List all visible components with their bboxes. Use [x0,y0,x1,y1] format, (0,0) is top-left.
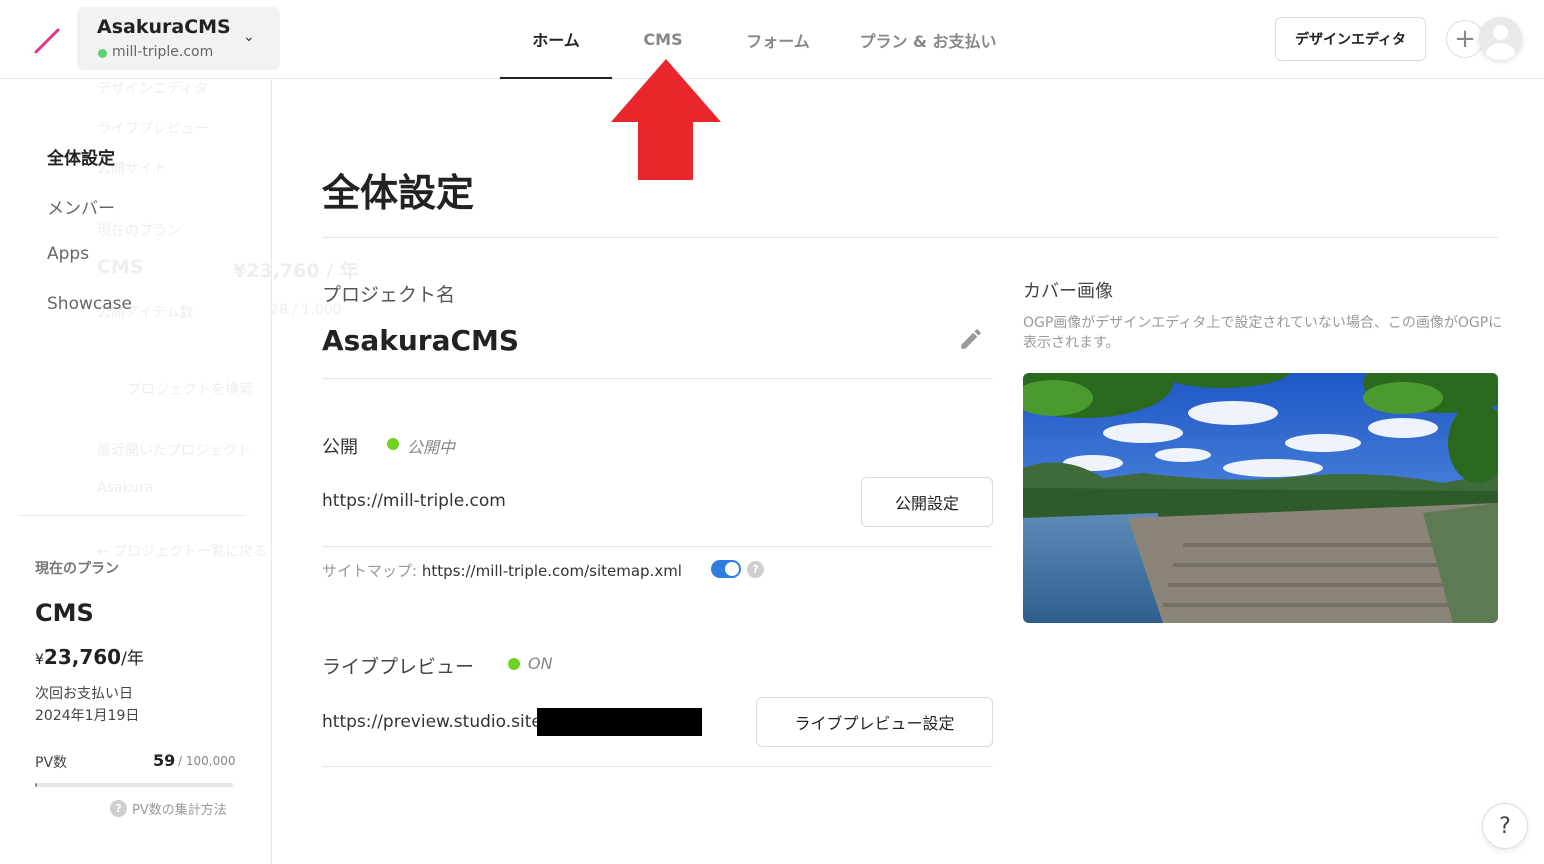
project-switcher[interactable]: AsakuraCMS mill-triple.com ⌄ [77,7,280,70]
project-domain: mill-triple.com [112,44,214,60]
tab-plan-billing[interactable]: プラン & お支払い [842,0,1014,79]
plan-price-currency: ¥ [35,652,44,668]
help-button[interactable]: ? [1482,803,1528,849]
ghost-menu-item: デザインエディタ [97,81,209,97]
ghost-menu-item: ライブプレビュー [97,121,209,137]
plan-price: ¥23,760/年 [35,644,144,669]
live-preview-label: ライブプレビュー [322,656,475,678]
pv-help-label: PV数の集計方法 [132,803,227,818]
avatar-body-shape [1486,43,1515,60]
pv-help-link[interactable]: ? PV数の集計方法 [110,799,227,818]
cover-image-label: カバー画像 [1023,281,1113,302]
edit-pencil-icon[interactable] [958,326,984,352]
pv-progress-fill [35,783,37,787]
red-arrow-annotation-icon [611,59,721,180]
publish-status-dot-icon [387,438,399,450]
publish-label: 公開 [322,437,358,458]
live-preview-status: ON [528,654,553,673]
sitemap-label: サイトマップ: [322,562,418,580]
pv-label: PV数 [35,755,68,771]
live-preview-status-dot-icon [508,658,520,670]
top-bar: AsakuraCMS mill-triple.com ⌄ ホーム CMS フォー… [0,0,1544,79]
ghost-menu-item: 現在のプラン [97,223,181,239]
ghost-menu-item: 最近開いたプロジェクト [97,443,251,459]
ghost-menu-item: CMS [97,256,144,278]
ghost-menu-item: ← プロジェクト一覧に戻る [97,544,268,560]
avatar[interactable] [1479,17,1522,60]
plan-price-period: /年 [121,649,144,669]
sitemap-toggle[interactable] [711,560,741,578]
main-nav: ホーム CMS フォーム プラン & お支払い [500,0,1014,79]
live-preview-url[interactable]: https://preview.studio.site [322,712,542,732]
publish-status: 公開中 [407,438,456,457]
status-dot-icon [98,49,107,58]
chevron-down-icon: ⌄ [243,29,255,45]
publish-url[interactable]: https://mill-triple.com [322,491,506,511]
redaction-block [537,708,702,736]
section-divider [322,546,993,547]
page-title: 全体設定 [322,171,475,215]
toggle-knob [725,562,739,576]
cover-image[interactable] [1023,373,1498,623]
studio-logo-icon[interactable] [30,24,64,58]
project-name-value: AsakuraCMS [322,324,520,357]
help-icon: ? [110,800,127,817]
pv-count: 59 [153,751,176,770]
title-divider [322,237,1498,238]
tab-home[interactable]: ホーム [500,0,612,79]
plan-label: 現在のプラン [35,561,119,577]
plan-name: CMS [35,599,94,627]
design-editor-button[interactable]: デザインエディタ [1275,17,1426,61]
section-divider [322,766,993,767]
section-divider [322,378,993,379]
sidebar-divider [20,515,246,516]
sidebar-item-apps[interactable]: Apps [47,244,89,264]
sitemap-help-icon[interactable]: ? [747,561,764,578]
settings-sidebar: デザインエディタ ライブプレビュー 公開サイト 現在のプラン CMS ¥23,7… [0,80,359,864]
avatar-head-shape [1493,25,1508,40]
next-payment-date: 2024年1月19日 [35,708,140,724]
sidebar-item-showcase[interactable]: Showcase [47,294,132,314]
ghost-menu-item: Asakura [97,480,154,496]
sitemap-url[interactable]: https://mill-triple.com/sitemap.xml [422,562,682,580]
next-payment-label: 次回お支払い日 [35,686,133,702]
publish-settings-button[interactable]: 公開設定 [861,477,993,527]
ghost-menu-item: ¥23,760 / 年 [233,260,359,282]
sidebar-item-general-settings[interactable]: 全体設定 [47,144,115,169]
plan-price-amount: 23,760 [43,645,122,669]
cover-image-description: OGP画像がデザインエディタ上で設定されていない場合、この画像がOGPに表示され… [1023,315,1503,351]
live-preview-settings-button[interactable]: ライブプレビュー設定 [756,697,993,747]
pv-max: / 100,000 [178,754,236,768]
sidebar-item-members[interactable]: メンバー [47,194,115,219]
project-name: AsakuraCMS [97,16,231,38]
ghost-menu-item: プロジェクトを検索 [127,382,253,398]
pv-progress-bar [35,783,233,787]
project-name-label: プロジェクト名 [322,284,456,306]
tab-forms[interactable]: フォーム [714,0,842,79]
sitemap-row: サイトマップ: https://mill-triple.com/sitemap.… [322,560,682,581]
